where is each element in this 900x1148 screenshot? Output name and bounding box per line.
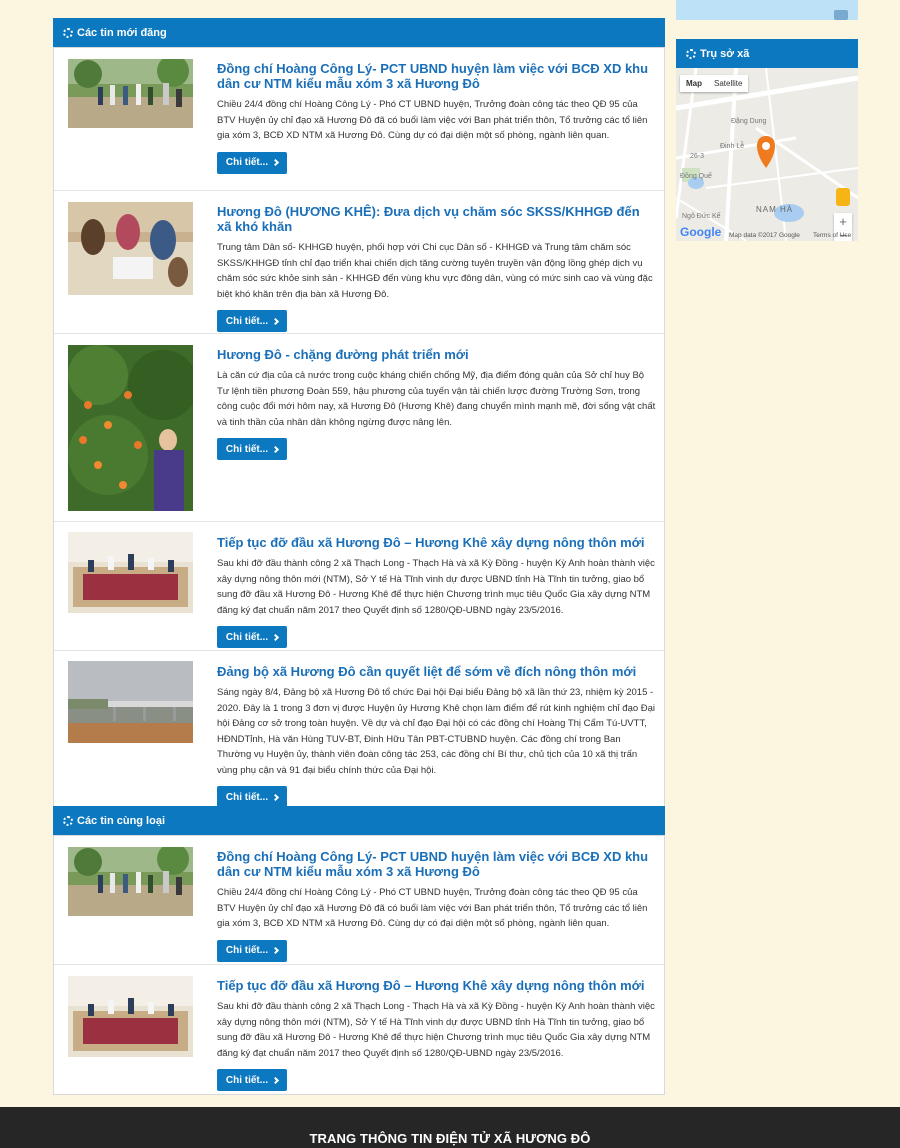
news-thumbnail[interactable] bbox=[68, 847, 193, 916]
footer-title: TRANG THÔNG TIN ĐIỆN TỬ XÃ HƯƠNG ĐÔ bbox=[309, 1131, 591, 1146]
news-thumbnail[interactable] bbox=[68, 59, 193, 128]
news-item: Tiếp tục đỡ đầu xã Hương Đô – Hương Khê … bbox=[54, 522, 664, 651]
detail-button[interactable]: Chi tiết... bbox=[217, 310, 287, 332]
detail-button-label: Chi tiết... bbox=[225, 631, 269, 643]
news-summary: Sau khi đỡ đầu thành công 2 xã Thạch Lon… bbox=[217, 558, 655, 616]
latest-news-list: Đồng chí Hoàng Công Lý- PCT UBND huyện l… bbox=[53, 47, 665, 808]
news-title-link[interactable]: Tiếp tục đỡ đầu xã Hương Đô – Hương Khê … bbox=[217, 978, 657, 993]
news-thumbnail[interactable] bbox=[68, 345, 193, 511]
office-location-widget: Trụ sở xã Map Satellite Đặng Dung 26-3 Đ… bbox=[676, 39, 858, 241]
chevron-right-icon bbox=[272, 445, 280, 453]
latest-news-panel: Các tin mới đăng Đồng chí Hoàng Công Lý-… bbox=[53, 18, 665, 808]
terms-of-use-link[interactable]: Terms of Use bbox=[813, 232, 851, 239]
detail-button-label: Chi tiết... bbox=[225, 443, 269, 455]
office-title: Trụ sở xã bbox=[700, 47, 750, 60]
map-label: Ngô Đức Kế bbox=[682, 213, 721, 220]
detail-button[interactable]: Chi tiết... bbox=[217, 438, 287, 460]
news-title-link[interactable]: Đồng chí Hoàng Công Lý- PCT UBND huyện l… bbox=[217, 849, 657, 879]
news-title-link[interactable]: Đồng chí Hoàng Công Lý- PCT UBND huyện l… bbox=[217, 61, 657, 91]
news-thumbnail[interactable] bbox=[68, 202, 193, 295]
related-news-header: Các tin cùng loại bbox=[53, 806, 665, 835]
street-view-pegman-icon[interactable] bbox=[836, 188, 850, 206]
news-summary: Chiều 24/4 đồng chí Hoàng Công Lý - Phó … bbox=[217, 887, 648, 929]
sidebar-top-widget bbox=[676, 0, 858, 20]
map-label: Đinh Lễ bbox=[720, 143, 745, 150]
news-item: Đồng chí Hoàng Công Lý- PCT UBND huyện l… bbox=[54, 836, 664, 965]
latest-news-title: Các tin mới đăng bbox=[77, 26, 167, 39]
google-logo: Google bbox=[680, 225, 722, 239]
news-summary: Chiều 24/4 đồng chí Hoàng Công Lý - Phó … bbox=[217, 99, 648, 141]
news-summary: Sáng ngày 8/4, Đảng bộ xã Hương Đô tổ ch… bbox=[217, 687, 656, 776]
office-header: Trụ sở xã bbox=[676, 39, 858, 68]
news-item: Đồng chí Hoàng Công Lý- PCT UBND huyện l… bbox=[54, 48, 664, 191]
chevron-right-icon bbox=[272, 317, 280, 325]
detail-button-label: Chi tiết... bbox=[225, 791, 269, 803]
news-title-link[interactable]: Hương Đô (HƯƠNG KHÊ): Đưa dịch vụ chăm s… bbox=[217, 204, 657, 234]
related-news-panel: Các tin cùng loại Đồng chí Hoàng Công Lý… bbox=[53, 806, 665, 1095]
map-attribution: Map data ©2017 Google bbox=[729, 232, 800, 239]
gear-icon bbox=[63, 815, 73, 826]
chevron-right-icon bbox=[272, 158, 280, 167]
google-map[interactable]: Map Satellite Đặng Dung 26-3 Đồng Quế Đi… bbox=[676, 68, 858, 241]
satellite-tab[interactable]: Satellite bbox=[708, 75, 748, 92]
news-thumbnail[interactable] bbox=[68, 976, 193, 1057]
chevron-right-icon bbox=[272, 793, 280, 801]
news-thumbnail[interactable] bbox=[68, 532, 193, 613]
related-news-list: Đồng chí Hoàng Công Lý- PCT UBND huyện l… bbox=[53, 835, 665, 1095]
latest-news-header: Các tin mới đăng bbox=[53, 18, 665, 47]
detail-button[interactable]: Chi tiết... bbox=[217, 151, 287, 174]
detail-button-label: Chi tiết... bbox=[225, 157, 269, 168]
chevron-right-icon bbox=[272, 946, 280, 955]
news-summary: Sau khi đỡ đầu thành công 2 xã Thạch Lon… bbox=[217, 1001, 655, 1059]
site-footer: TRANG THÔNG TIN ĐIỆN TỬ XÃ HƯƠNG ĐÔ bbox=[0, 1107, 900, 1148]
map-label: Đồng Quế bbox=[680, 173, 712, 180]
news-title-link[interactable]: Đảng bộ xã Hương Đô cần quyết liệt để sớ… bbox=[217, 664, 657, 679]
news-title-link[interactable]: Hương Đô - chặng đường phát triển mới bbox=[217, 347, 657, 362]
chevron-right-icon bbox=[272, 1076, 280, 1084]
news-item: Hương Đô (HƯƠNG KHÊ): Đưa dịch vụ chăm s… bbox=[54, 191, 664, 334]
related-news-title: Các tin cùng loại bbox=[77, 814, 166, 827]
gear-icon bbox=[63, 27, 73, 38]
news-summary: Trung tâm Dân số- KHHGĐ huyện, phối hợp … bbox=[217, 242, 653, 300]
news-item: Đảng bộ xã Hương Đô cần quyết liệt để sớ… bbox=[54, 651, 664, 808]
news-title-link[interactable]: Tiếp tục đỡ đầu xã Hương Đô – Hương Khê … bbox=[217, 535, 657, 550]
news-thumbnail[interactable] bbox=[68, 661, 193, 743]
detail-button-label: Chi tiết... bbox=[225, 1074, 269, 1086]
map-label: NAM HÀ bbox=[756, 205, 794, 214]
detail-button[interactable]: Chi tiết... bbox=[217, 1069, 287, 1091]
news-item: Hương Đô - chặng đường phát triển mới Là… bbox=[54, 334, 664, 522]
detail-button-label: Chi tiết... bbox=[225, 315, 269, 327]
detail-button[interactable]: Chi tiết... bbox=[217, 786, 287, 808]
gear-icon bbox=[686, 48, 696, 59]
map-label: Đặng Dung bbox=[731, 118, 767, 125]
news-item: Tiếp tục đỡ đầu xã Hương Đô – Hương Khê … bbox=[54, 965, 664, 1094]
detail-button[interactable]: Chi tiết... bbox=[217, 626, 287, 648]
chevron-right-icon bbox=[272, 633, 280, 641]
news-summary: Là căn cứ địa của cả nước trong cuộc khá… bbox=[217, 370, 656, 428]
map-label: 26-3 bbox=[690, 153, 705, 160]
map-type-tabs: Map Satellite bbox=[680, 75, 749, 92]
map-tab[interactable]: Map bbox=[680, 75, 708, 92]
detail-button-label: Chi tiết... bbox=[225, 945, 269, 956]
widget-icon[interactable] bbox=[834, 10, 848, 20]
detail-button[interactable]: Chi tiết... bbox=[217, 939, 287, 962]
